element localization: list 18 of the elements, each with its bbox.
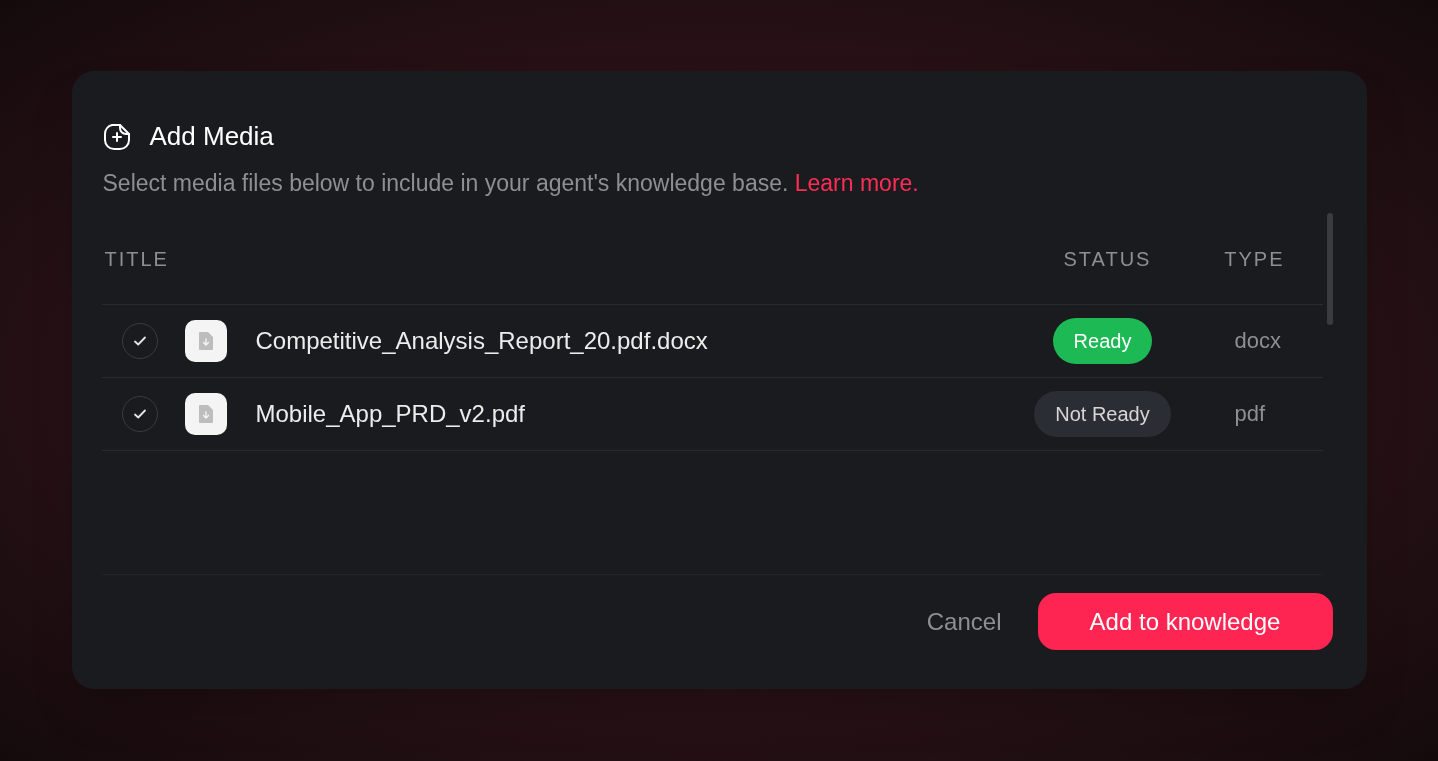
add-to-knowledge-button[interactable]: Add to knowledge — [1037, 593, 1333, 650]
column-header: STATUS — [1062, 247, 1153, 272]
add-file-icon — [101, 121, 132, 152]
file-icon — [184, 392, 227, 435]
column-header: TITLE — [103, 247, 170, 272]
dialog-title: Add Media — [149, 120, 274, 153]
learn-more-link[interactable]: Learn more. — [794, 170, 919, 196]
scrollbar[interactable] — [1326, 212, 1333, 325]
status-badge: Ready — [1052, 317, 1153, 364]
file-type: pdf — [1233, 400, 1267, 428]
status-badge: Not Ready — [1034, 390, 1171, 437]
column-header: TYPE — [1223, 247, 1286, 272]
file-icon — [184, 319, 227, 362]
file-title: Competitive_Analysis_Report_20.pdf.docx — [255, 325, 708, 356]
dialog-description: Select media files below to include in your agent's knowledge base. Learn more. — [102, 169, 920, 198]
cancel-button[interactable]: Cancel — [926, 603, 1002, 640]
file-title: Mobile_App_PRD_v2.pdf — [255, 398, 525, 429]
file-type: docx — [1233, 327, 1282, 355]
